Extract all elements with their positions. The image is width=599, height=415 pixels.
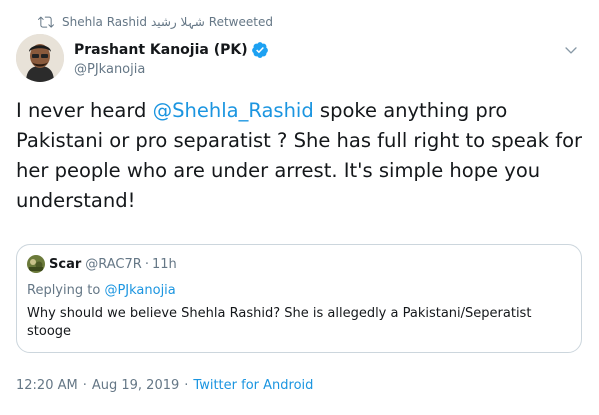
verified-badge-icon: [251, 41, 269, 59]
tweet-metadata: 12:20 AM · Aug 19, 2019 · Twitter for An…: [16, 378, 313, 393]
replying-to: Replying to @PJkanojia: [27, 283, 176, 298]
retweet-icon: [38, 14, 54, 30]
retweeted-label: Retweeted: [208, 15, 273, 29]
author-block: Prashant Kanojia (PK) @PJkanojia: [74, 40, 269, 77]
quoted-author-handle[interactable]: @RAC7R: [85, 257, 142, 272]
quoted-tweet-time[interactable]: 11h: [152, 257, 177, 272]
quoted-author-avatar[interactable]: [27, 255, 45, 273]
separator-dot: ·: [184, 378, 189, 393]
tweet-header: Prashant Kanojia (PK) @PJkanojia: [16, 34, 583, 86]
author-handle[interactable]: @PJkanojia: [74, 62, 269, 77]
chevron-down-icon[interactable]: [563, 42, 579, 58]
tweet-source-link[interactable]: Twitter for Android: [193, 378, 313, 393]
tweet-date[interactable]: Aug 19, 2019: [92, 378, 179, 393]
replying-to-handle[interactable]: @PJkanojia: [104, 283, 175, 298]
author-avatar[interactable]: [16, 34, 64, 82]
tweet-time[interactable]: 12:20 AM: [16, 378, 78, 393]
quoted-tweet-header: Scar @RAC7R · 11h: [27, 255, 177, 273]
tweet-text-start: I never heard: [16, 99, 153, 122]
author-name[interactable]: Prashant Kanojia (PK): [74, 42, 248, 58]
quoted-tweet-card[interactable]: Scar @RAC7R · 11h Replying to @PJkanojia…: [16, 244, 582, 353]
quoted-tweet-text: Why should we believe Shehla Rashid? She…: [27, 306, 532, 339]
separator-dot: ·: [82, 378, 87, 393]
quoted-author-name[interactable]: Scar: [49, 257, 81, 272]
retweeter-name-urdu[interactable]: شہلا رشید: [151, 15, 205, 29]
tweet-text: I never heard @Shehla_Rashid spoke anyth…: [16, 96, 586, 216]
replying-to-label: Replying to: [27, 283, 105, 298]
retweet-context: Shehla Rashid شہلا رشید Retweeted: [38, 12, 273, 32]
retweeter-name[interactable]: Shehla Rashid: [62, 15, 147, 29]
mention-link[interactable]: @Shehla_Rashid: [153, 99, 314, 122]
separator-dot: ·: [144, 256, 149, 272]
